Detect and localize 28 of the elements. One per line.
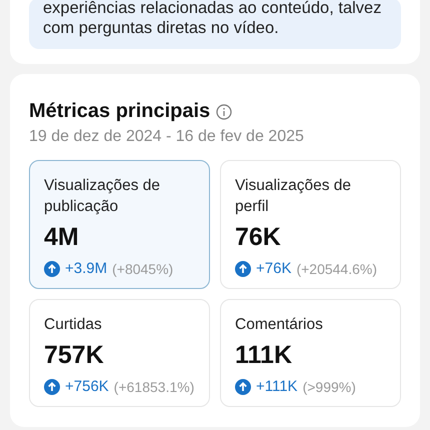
metric-percent: (+20544.6%) xyxy=(296,260,378,276)
metric-change: +3.9M xyxy=(65,260,108,277)
metric-label: Visualizações de perfil xyxy=(235,176,352,217)
arrow-up-icon xyxy=(44,378,60,394)
metric-tile[interactable]: Visualizações de publicação 4M +3.9M (+8045%) xyxy=(29,160,210,289)
arrow-up-icon xyxy=(235,260,251,276)
metric-percent: (+61853.1%) xyxy=(114,378,194,394)
metric-percent: (>999%) xyxy=(302,378,356,394)
metric-change: +756K xyxy=(65,378,109,395)
metric-value: 4M xyxy=(44,223,80,252)
arrow-up-icon xyxy=(235,378,251,394)
info-icon[interactable] xyxy=(216,104,232,120)
metric-tile[interactable]: Visualizações de perfil 76K +76K (+20544.6%) xyxy=(220,160,401,289)
section-title: Métricas principais xyxy=(29,100,210,123)
metric-label: Comentários xyxy=(235,315,324,335)
metric-value: 757K xyxy=(44,341,105,370)
metric-value: 111K xyxy=(235,341,294,370)
date-range: 19 de dez de 2024 - 16 de fev de 2025 xyxy=(29,128,305,146)
tip-text: experiências relacionadas ao conteúdo, talvez com perguntas diretas no vídeo. xyxy=(29,0,401,49)
metric-change: +76K xyxy=(256,260,292,277)
metric-change: +111K xyxy=(256,378,298,395)
arrow-up-icon xyxy=(44,260,60,276)
metric-value: 76K xyxy=(235,223,282,252)
metric-tile[interactable]: Curtidas 757K +756K (+61853.1%) xyxy=(29,299,210,407)
metric-tile[interactable]: Comentários 111K +111K (>999%) xyxy=(220,299,401,407)
metric-label: Visualizações de publicação xyxy=(44,176,162,217)
metric-percent: (+8045%) xyxy=(112,260,174,276)
metric-label: Curtidas xyxy=(44,315,103,335)
